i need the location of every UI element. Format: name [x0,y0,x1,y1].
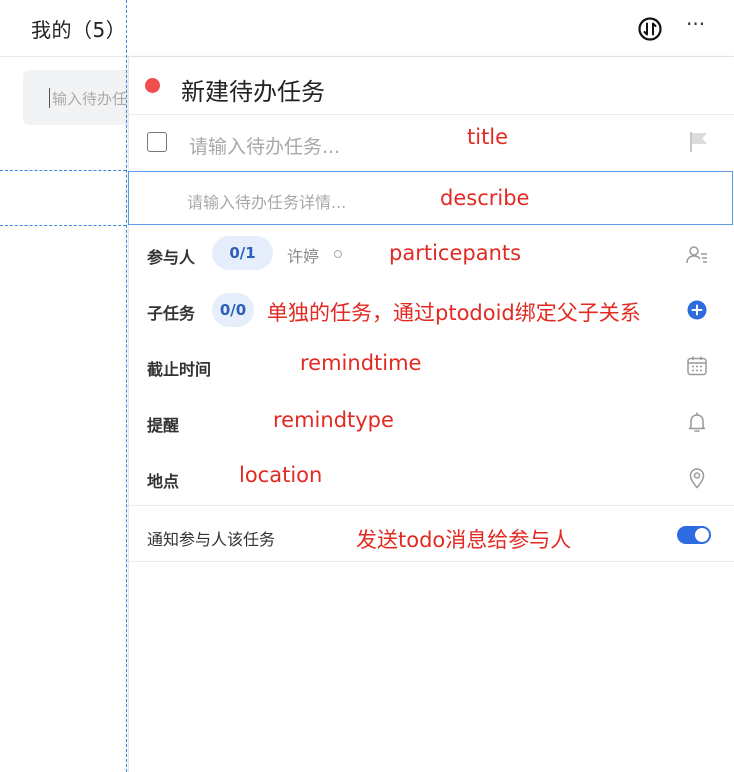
flag-icon[interactable] [687,130,711,154]
reminder-label: 提醒 [147,416,180,435]
list-todo-input-placeholder: 输入待办任 [52,90,128,108]
subtasks-label: 子任务 [147,304,196,323]
deadline-label: 截止时间 [147,360,212,379]
location-label: 地点 [147,472,180,491]
list-header: 我的（5） ··· [0,0,734,57]
participants-count-badge[interactable]: 0/1 [212,236,273,270]
participants-label: 参与人 [147,248,196,267]
sort-toggle-icon[interactable] [637,16,663,42]
dashed-guide-bottom [0,225,126,226]
annotation-location: location [239,463,323,487]
participant-status-icon [334,250,342,258]
location-pin-icon[interactable] [685,466,709,490]
subtasks-count-badge[interactable]: 0/0 [212,293,254,327]
annotation-notify: 发送todo消息给参与人 [356,528,572,552]
more-ellipsis-icon[interactable]: ··· [686,12,712,38]
divider [129,561,734,562]
panel-title: 新建待办任务 [181,78,325,106]
add-participant-icon[interactable] [685,243,709,267]
bell-icon[interactable] [685,410,709,434]
annotation-remindtime: remindtime [300,351,422,375]
annotation-describe: describe [440,186,530,210]
annotation-title: title [467,125,509,149]
divider [129,505,734,506]
dashed-guide-vertical [126,0,127,772]
calendar-icon[interactable] [685,354,709,378]
text-caret [49,88,50,108]
list-title: 我的（5） [31,18,127,42]
annotation-participants: particepants [389,241,522,265]
title-input[interactable]: 请输入待办任务... [189,132,340,159]
add-subtask-icon[interactable] [685,298,709,322]
annotation-subtasks: 单独的任务，通过ptodoid绑定父子关系 [267,301,641,325]
dashed-guide-top [0,170,126,171]
toggle-knob [695,528,709,542]
description-placeholder: 请输入待办任务详情... [187,193,347,212]
participant-name[interactable]: 许婷 [287,243,319,267]
complete-checkbox[interactable] [147,132,167,152]
notify-toggle[interactable] [677,526,711,544]
divider [129,114,734,115]
annotation-remindtype: remindtype [273,408,394,432]
status-dot [145,78,160,93]
notify-participants-label: 通知参与人该任务 [147,530,276,549]
description-input[interactable]: 请输入待办任务详情... describe [128,171,733,225]
new-todo-panel: 新建待办任务 请输入待办任务... title 请输入待办任务详情... des… [128,57,734,772]
